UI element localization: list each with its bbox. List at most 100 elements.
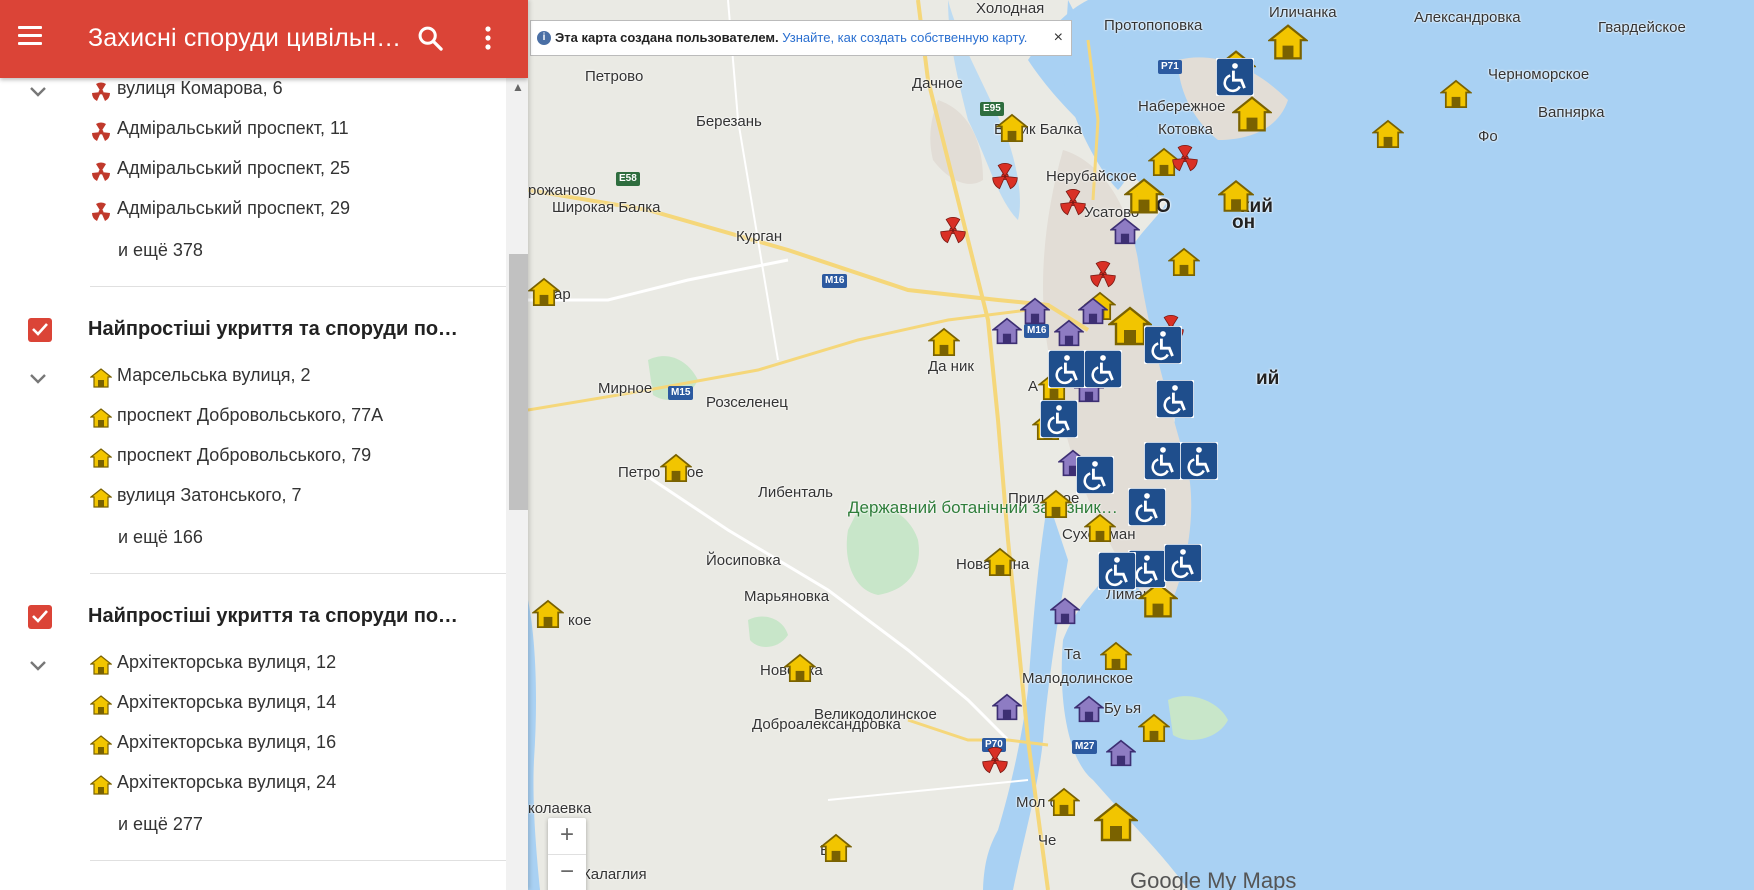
shelter-marker-icon[interactable] — [1268, 22, 1308, 62]
radiation-marker-icon[interactable] — [990, 160, 1020, 190]
layer-header[interactable]: Найпростіші укриття та споруди подві… — [0, 304, 506, 360]
layer-item[interactable]: проспект Добровольського, 79 — [0, 437, 506, 477]
shelter-marker-icon[interactable] — [996, 112, 1028, 144]
shelter-marker-icon[interactable] — [784, 652, 816, 684]
shelter-marker-icon[interactable] — [928, 326, 960, 358]
place-label: рожаново — [528, 182, 596, 199]
shelter-icon — [90, 695, 112, 715]
wheelchair-marker-icon[interactable] — [1084, 350, 1122, 388]
radiation-icon — [92, 202, 110, 221]
shelter-marker-icon[interactable] — [1084, 512, 1116, 544]
wheelchair-marker-icon[interactable] — [1076, 456, 1114, 494]
layer-item[interactable]: Адміральський проспект, 25 — [0, 150, 506, 190]
wheelchair-marker-icon[interactable] — [1164, 544, 1202, 582]
shelter-marker-icon[interactable] — [528, 276, 560, 308]
layer-item[interactable]: вулиця Комарова, 6 — [0, 78, 506, 110]
city-label: он — [1232, 212, 1256, 233]
layer-item[interactable]: Марсельська вулиця, 2 — [0, 357, 506, 397]
shelter-marker-icon[interactable] — [1232, 94, 1272, 134]
layer-header[interactable]: Найпростіші укриття та споруди подві… — [0, 591, 506, 647]
divider — [90, 573, 506, 574]
road-shield: M16 — [822, 274, 848, 288]
shelter-icon — [90, 448, 112, 468]
bunker-marker-icon[interactable] — [1078, 296, 1108, 326]
layer-item[interactable]: Архітекторська вулиця, 16 — [0, 724, 506, 764]
shelter-marker-icon[interactable] — [1440, 78, 1472, 110]
radiation-marker-icon[interactable] — [1058, 186, 1088, 216]
bunker-marker-icon[interactable] — [1106, 738, 1136, 768]
layer-checkbox[interactable] — [28, 318, 52, 342]
layer-item[interactable]: Адміральський проспект, 11 — [0, 110, 506, 150]
more-options-icon[interactable] — [478, 24, 498, 52]
place-label: Александровка — [1414, 9, 1521, 26]
bunker-marker-icon[interactable] — [992, 316, 1022, 346]
scroll-up-arrow-icon[interactable]: ▲ — [510, 80, 526, 94]
wheelchair-marker-icon[interactable] — [1048, 350, 1086, 388]
notice-message: Эта карта создана пользователем. — [555, 30, 779, 45]
wheelchair-marker-icon[interactable] — [1040, 400, 1078, 438]
layer-item[interactable]: Архітекторська вулиця, 24 — [0, 764, 506, 804]
place-label: Калаглия — [582, 866, 647, 883]
wheelchair-marker-icon[interactable] — [1144, 326, 1182, 364]
layer-item-label: Адміральський проспект, 11 — [117, 118, 349, 138]
bunker-marker-icon[interactable] — [1110, 216, 1140, 246]
shelter-marker-icon[interactable] — [660, 452, 692, 484]
learn-more-link[interactable]: Узнайте, как создать собственную карту. — [782, 30, 1027, 45]
shelter-marker-icon[interactable] — [1218, 178, 1254, 214]
shelter-marker-icon[interactable] — [1040, 488, 1072, 520]
search-icon[interactable] — [416, 24, 444, 52]
shelter-marker-icon[interactable] — [1138, 712, 1170, 744]
wheelchair-marker-icon[interactable] — [1156, 380, 1194, 418]
place-label: Курган — [736, 228, 783, 245]
shelter-marker-icon[interactable] — [1168, 246, 1200, 278]
radiation-marker-icon[interactable] — [1170, 142, 1200, 172]
shelter-marker-icon[interactable] — [1372, 118, 1404, 150]
layer-item[interactable]: Адміральський проспект, 29 — [0, 190, 506, 230]
show-more-link[interactable]: и ещё 166 — [118, 527, 203, 548]
divider — [90, 860, 506, 861]
layer-header[interactable] — [0, 878, 506, 890]
layer-item[interactable]: Архітекторська вулиця, 14 — [0, 684, 506, 724]
wheelchair-marker-icon[interactable] — [1216, 58, 1254, 96]
close-icon[interactable]: × — [1054, 21, 1063, 55]
shelter-marker-icon[interactable] — [1048, 786, 1080, 818]
shelter-marker-icon[interactable] — [1124, 176, 1164, 216]
radiation-marker-icon[interactable] — [980, 744, 1010, 774]
menu-icon[interactable] — [18, 26, 42, 46]
wheelchair-marker-icon[interactable] — [1144, 442, 1182, 480]
scrollbar-thumb[interactable] — [509, 254, 528, 510]
layer-item-label: Архітекторська вулиця, 14 — [117, 692, 337, 712]
show-more-link[interactable]: и ещё 378 — [118, 240, 203, 261]
wheelchair-marker-icon[interactable] — [1128, 488, 1166, 526]
map-canvas[interactable]: Холодная Иличанка Александровка Гвардейс… — [528, 0, 1754, 890]
show-more-link[interactable]: и ещё 277 — [118, 814, 203, 835]
bunker-marker-icon[interactable] — [992, 692, 1022, 722]
radiation-marker-icon[interactable] — [1088, 258, 1118, 288]
shelter-marker-icon[interactable] — [1094, 800, 1138, 844]
layer-item[interactable]: вулиця Затонського, 7 — [0, 477, 506, 517]
shelter-marker-icon[interactable] — [820, 832, 852, 864]
zoom-controls: + − — [548, 818, 586, 890]
shelter-marker-icon[interactable] — [984, 546, 1016, 578]
shelter-marker-icon[interactable] — [1100, 640, 1132, 672]
place-label: Марьяновка — [744, 588, 830, 605]
place-label: Черноморское — [1488, 66, 1590, 83]
wheelchair-marker-icon[interactable] — [1180, 442, 1218, 480]
bunker-marker-icon[interactable] — [1074, 694, 1104, 724]
layer-item[interactable]: проспект Добровольського, 77А — [0, 397, 506, 437]
layer-checkbox[interactable] — [28, 605, 52, 629]
zoom-out-button[interactable]: − — [548, 855, 586, 890]
wheelchair-marker-icon[interactable] — [1098, 552, 1136, 590]
road-shield: M16 — [1024, 324, 1050, 338]
layer-item[interactable]: Архітекторська вулиця, 12 — [0, 644, 506, 684]
shelter-icon — [90, 775, 112, 795]
sidebar-scrollbar[interactable]: ▲ — [506, 78, 528, 890]
place-label: Набережное — [1138, 98, 1226, 115]
zoom-in-button[interactable]: + — [548, 818, 586, 854]
shelter-marker-icon[interactable] — [532, 598, 564, 630]
bunker-marker-icon[interactable] — [1020, 296, 1050, 326]
my-maps-wordmark: My Maps — [1207, 868, 1297, 890]
road-shield: P71 — [1158, 60, 1182, 74]
bunker-marker-icon[interactable] — [1050, 596, 1080, 626]
radiation-marker-icon[interactable] — [938, 214, 968, 244]
